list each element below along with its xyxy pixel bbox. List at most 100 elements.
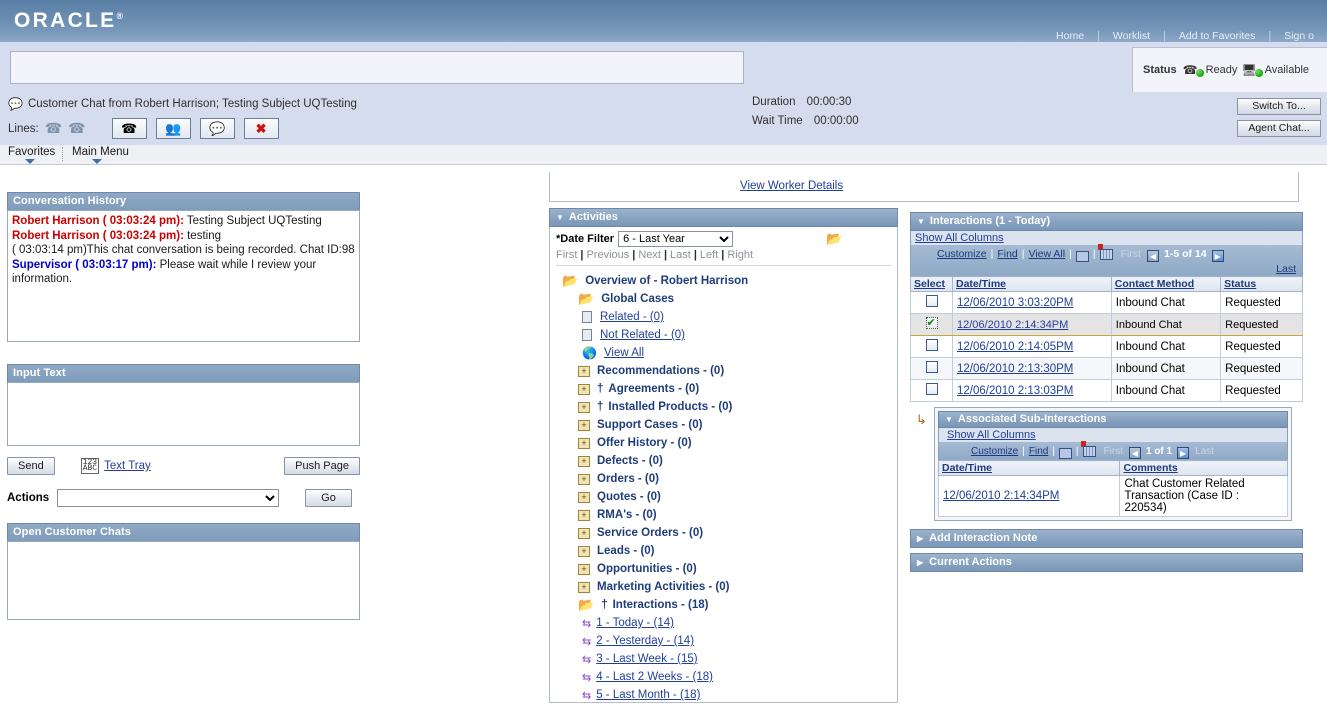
row-select-checkbox[interactable] [926, 383, 938, 395]
tree-node[interactable]: ⇆1 - Today - (14) [556, 614, 891, 632]
send-button[interactable]: Send [7, 457, 55, 475]
activities-header[interactable]: ▼ Activities [549, 208, 898, 227]
sub-customize-link[interactable]: Customize [971, 446, 1018, 457]
sub-previous-page-button[interactable]: ◀ [1129, 447, 1141, 459]
tree-node[interactable]: +Defects - (0) [556, 452, 891, 470]
tree-node[interactable]: +Offer History - (0) [556, 434, 891, 452]
sub-download-grid-icon[interactable] [1083, 444, 1096, 458]
folder-plus-icon[interactable]: + [578, 474, 590, 485]
row-select-checkbox[interactable] [926, 361, 938, 373]
interactions-header[interactable]: ▼ Interactions (1 - Today) [910, 212, 1303, 231]
line-2-icon[interactable]: ☎ [68, 120, 85, 137]
folder-plus-icon[interactable]: + [578, 456, 590, 467]
folder-plus-icon[interactable]: + [578, 564, 590, 575]
show-all-columns-link[interactable]: Show All Columns [915, 232, 1004, 244]
folder-plus-icon[interactable]: + [578, 492, 590, 503]
tree-node[interactable]: ⇆2 - Yesterday - (14) [556, 632, 891, 650]
tree-node-label[interactable]: 1 - Today - (14) [596, 617, 674, 629]
date-filter-select[interactable]: 6 - Last Year [618, 231, 733, 247]
sub-show-all-columns-link[interactable]: Show All Columns [947, 429, 1036, 441]
status-phone[interactable]: ☎ Ready [1183, 63, 1238, 77]
table-row[interactable]: 12/06/2010 2:13:30PMInbound ChatRequeste… [911, 358, 1303, 380]
tree-node[interactable]: +†Agreements - (0) [556, 380, 891, 398]
nav-right[interactable]: Right [727, 249, 753, 261]
nav-previous[interactable]: Previous [586, 249, 629, 261]
header-link-home[interactable]: Home [1043, 30, 1097, 42]
tree-node[interactable]: 📂Global Cases [556, 290, 891, 308]
sub-interactions-header[interactable]: ▼ Associated Sub-Interactions [938, 411, 1288, 428]
tree-node[interactable]: Not Related - (0) [556, 326, 891, 344]
tree-node-label[interactable]: Related - (0) [600, 311, 664, 323]
folder-plus-icon[interactable]: + [578, 384, 590, 395]
switch-to-button[interactable]: Switch To... [1237, 98, 1321, 115]
sub-last-label[interactable]: Last [1195, 446, 1214, 457]
tree-node[interactable]: +Quotes - (0) [556, 488, 891, 506]
row-select-checkbox[interactable] [926, 317, 938, 329]
tab-favorites[interactable]: Favorites [2, 146, 61, 158]
download-grid-icon[interactable] [1100, 247, 1113, 261]
sub-table-row[interactable]: 12/06/2010 2:14:34PMChat Customer Relate… [939, 476, 1288, 517]
go-button[interactable]: Go [305, 489, 352, 507]
folder-plus-icon[interactable]: + [578, 366, 590, 377]
table-row[interactable]: 12/06/2010 2:13:03PMInbound ChatRequeste… [911, 380, 1303, 402]
row-datetime-link[interactable]: 12/06/2010 2:14:05PM [957, 341, 1073, 353]
tree-node[interactable]: +Service Orders - (0) [556, 524, 891, 542]
agent-chat-button[interactable]: Agent Chat... [1237, 120, 1321, 137]
text-tray-link[interactable]: Text Tray [104, 460, 151, 472]
next-page-button[interactable]: ▶ [1212, 250, 1224, 262]
row-datetime-link[interactable]: 12/06/2010 3:03:20PM [957, 297, 1073, 309]
tree-node-label[interactable]: 5 - Last Month - (18) [596, 689, 700, 701]
row-select-checkbox[interactable] [926, 339, 938, 351]
tree-node-label[interactable]: 4 - Last 2 Weeks - (18) [596, 671, 713, 683]
header-link-worklist[interactable]: Worklist [1100, 30, 1163, 42]
sub-row-datetime-link[interactable]: 12/06/2010 2:14:34PM [943, 490, 1059, 502]
row-datetime-link[interactable]: 12/06/2010 2:13:03PM [957, 385, 1073, 397]
text-tray-icon[interactable]: 123ABC [81, 458, 99, 474]
tree-node[interactable]: +Opportunities - (0) [556, 560, 891, 578]
sub-next-page-button[interactable]: ▶ [1177, 447, 1189, 459]
phone-button[interactable]: ☎ [112, 118, 147, 139]
customize-link[interactable]: Customize [937, 248, 987, 260]
tree-node[interactable]: +Marketing Activities - (0) [556, 578, 891, 596]
conference-button[interactable]: 👥 [156, 118, 191, 139]
end-chat-button[interactable]: ✖ [244, 118, 279, 139]
nav-left[interactable]: Left [700, 249, 718, 261]
header-link-add-to-favorites[interactable]: Add to Favorites [1166, 30, 1268, 42]
nav-first[interactable]: First [556, 249, 577, 261]
last-page-link[interactable]: Last [1276, 263, 1296, 275]
tree-node[interactable]: ⇆5 - Last Month - (18) [556, 686, 891, 703]
tree-node[interactable]: +Leads - (0) [556, 542, 891, 560]
row-datetime-link[interactable]: 12/06/2010 2:14:34PM [957, 319, 1068, 331]
folder-plus-icon[interactable]: + [578, 402, 590, 413]
row-datetime-link[interactable]: 12/06/2010 2:13:30PM [957, 363, 1073, 375]
folder-plus-icon[interactable]: + [578, 546, 590, 557]
tab-main-menu[interactable]: Main Menu [66, 146, 135, 158]
tree-node[interactable]: 🌎View All [556, 344, 891, 362]
view-all-link[interactable]: View All [1029, 248, 1066, 260]
tree-node-label[interactable]: View All [604, 347, 644, 359]
tree-node[interactable]: Related - (0) [556, 308, 891, 326]
tree-node[interactable]: 📂Overview of - Robert Harrison [556, 272, 891, 290]
row-select-checkbox[interactable] [926, 295, 938, 307]
tree-node[interactable]: +†Installed Products - (0) [556, 398, 891, 416]
expand-all-folders-icon[interactable]: 📂 [826, 231, 842, 247]
line-1-icon[interactable]: ☎ [45, 120, 62, 137]
tree-node[interactable]: +Support Cases - (0) [556, 416, 891, 434]
tree-node[interactable]: +Orders - (0) [556, 470, 891, 488]
input-text-textarea[interactable] [7, 382, 360, 446]
tree-node-label[interactable]: 3 - Last Week - (15) [596, 653, 697, 665]
sub-find-link[interactable]: Find [1029, 446, 1048, 457]
nav-next[interactable]: Next [638, 249, 661, 261]
open-customer-chats-body[interactable] [7, 541, 360, 620]
folder-plus-icon[interactable]: + [578, 438, 590, 449]
table-row[interactable]: 12/06/2010 2:14:34PMInbound ChatRequeste… [911, 314, 1303, 336]
find-link[interactable]: Find [997, 248, 1017, 260]
tree-node[interactable]: ⇆3 - Last Week - (15) [556, 650, 891, 668]
transfer-chat-button[interactable]: 💬 [200, 118, 235, 139]
nav-last[interactable]: Last [670, 249, 691, 261]
actions-select[interactable] [57, 489, 279, 507]
tree-node[interactable]: +RMA's - (0) [556, 506, 891, 524]
tree-node-label[interactable]: 2 - Yesterday - (14) [596, 635, 694, 647]
sub-popup-window-icon[interactable] [1059, 448, 1072, 459]
tree-node[interactable]: ⇆4 - Last 2 Weeks - (18) [556, 668, 891, 686]
